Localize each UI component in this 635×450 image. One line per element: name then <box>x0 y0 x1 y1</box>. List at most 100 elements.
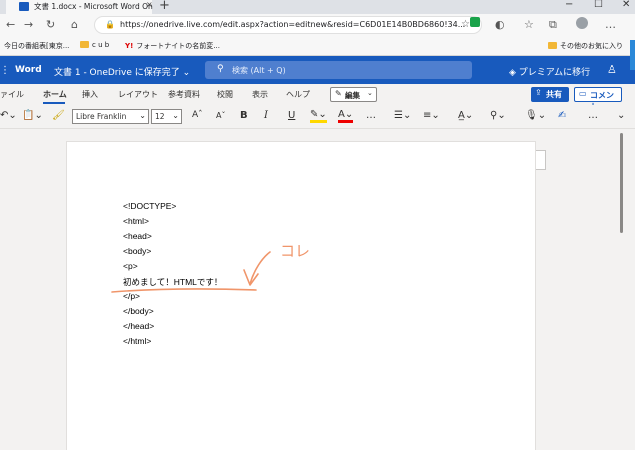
format-painter-icon[interactable]: 🖌 <box>52 110 65 121</box>
font-size-select[interactable]: 12 ⌄ <box>151 109 182 124</box>
folder-icon <box>80 41 89 48</box>
find-icon[interactable]: ⚲⌄ <box>490 110 506 121</box>
italic-icon[interactable]: I <box>264 110 268 121</box>
tab-layout[interactable]: レイアウト <box>118 89 158 100</box>
folder-icon <box>548 42 557 49</box>
tab-home[interactable]: ホーム <box>43 89 67 100</box>
font-color-icon[interactable]: A⌄ <box>338 110 354 123</box>
tab-review[interactable]: 校閲 <box>217 89 233 100</box>
editor-icon[interactable]: ✍ <box>558 110 566 121</box>
font-name-value: Libre Franklin <box>76 112 127 121</box>
forward-icon[interactable]: → <box>24 18 33 31</box>
maximize-icon[interactable]: ☐ <box>594 0 603 10</box>
search-box[interactable]: ⚲ 検索 (Alt + Q) <box>205 61 472 79</box>
pencil-icon: ✎ <box>335 89 342 98</box>
diamond-icon: ◈ <box>509 68 516 78</box>
url-text: https://onedrive.live.com/edit.aspx?acti… <box>120 20 466 29</box>
favorite-star-icon[interactable]: ☆ <box>461 19 470 30</box>
bookmark-other[interactable]: その他のお気に入り <box>548 41 623 51</box>
tab-close-icon[interactable]: × <box>146 0 153 9</box>
bold-icon[interactable]: B <box>240 110 248 121</box>
font-name-select[interactable]: Libre Franklin ⌄ <box>72 109 149 124</box>
lock-icon[interactable]: 🔒 <box>105 20 115 29</box>
edit-mode-button[interactable]: ✎ 編集 ⌄ <box>330 87 377 102</box>
new-tab-icon[interactable]: + <box>159 0 170 13</box>
doc-line[interactable]: </html> <box>123 336 151 346</box>
tab-view[interactable]: 表示 <box>252 89 268 100</box>
tab-references[interactable]: 参考資料 <box>168 89 200 100</box>
minimize-icon[interactable]: − <box>565 0 573 10</box>
highlight-icon[interactable]: ✎⌄ <box>310 110 327 123</box>
search-placeholder: 検索 (Alt + Q) <box>232 66 286 75</box>
bookmark-label: フォートナイトの名前変... <box>136 42 220 50</box>
premium-button[interactable]: ◈ プレミアムに移行 <box>509 65 590 78</box>
paste-icon[interactable]: 📋⌄ <box>22 110 43 121</box>
bookmark-item[interactable]: c u b <box>80 41 109 49</box>
share-button[interactable]: ⇪ 共有 <box>531 87 569 102</box>
url-bar[interactable]: 🔒 https://onedrive.live.com/edit.aspx?ac… <box>94 16 482 34</box>
y-logo-icon: Y! <box>125 42 134 50</box>
share-icon: ⇪ <box>535 88 542 97</box>
app-name[interactable]: Word <box>15 65 42 75</box>
doc-line[interactable]: </p> <box>123 291 140 301</box>
refresh-icon[interactable]: ↻ <box>46 18 55 31</box>
back-icon[interactable]: ← <box>6 18 15 31</box>
comment-button[interactable]: ▭ コメント <box>574 87 622 111</box>
address-row: ← → ↻ ⌂ 🔒 https://onedrive.live.com/edit… <box>0 14 635 36</box>
extension-icon[interactable]: ◐ <box>495 18 505 31</box>
premium-label: プレミアムに移行 <box>518 68 591 78</box>
doc-line[interactable]: <!DOCTYPE> <box>123 201 176 211</box>
sidebar-edge <box>630 40 635 70</box>
doc-line[interactable]: </body> <box>123 306 154 316</box>
underline-icon[interactable]: U <box>288 110 295 121</box>
chevron-down-icon: ⌄ <box>182 68 191 78</box>
vertical-scrollbar[interactable] <box>620 133 623 233</box>
extension-green-icon[interactable] <box>470 17 480 27</box>
bookmark-item[interactable]: Y! フォートナイトの名前変... <box>125 41 220 51</box>
chevron-down-icon: ⌄ <box>139 111 146 120</box>
browser-tab[interactable]: 文書 1.docx - Microsoft Word On × <box>6 0 153 14</box>
font-size-value: 12 <box>155 112 165 121</box>
undo-icon[interactable]: ↶⌄ <box>0 110 17 121</box>
ribbon-collapse-icon[interactable]: ⌄ <box>617 110 625 121</box>
doc-line[interactable]: </head> <box>123 321 154 331</box>
more-options-icon[interactable]: … <box>588 110 598 121</box>
page-side-tab <box>536 150 546 170</box>
more-menu-icon[interactable]: … <box>605 18 616 31</box>
styles-icon[interactable]: A̲⌄ <box>458 110 473 121</box>
tab-title: 文書 1.docx - Microsoft Word On <box>34 2 153 11</box>
collections-icon[interactable]: ⧉ <box>549 18 557 32</box>
chevron-down-icon: ⌄ <box>367 89 373 97</box>
tab-insert[interactable]: 挿入 <box>82 89 98 100</box>
search-icon: ⚲ <box>217 64 224 74</box>
tab-file[interactable]: ァイル <box>0 89 24 100</box>
edit-label: 編集 <box>345 91 360 100</box>
favorites-icon[interactable]: ☆ <box>524 18 534 31</box>
account-icon[interactable]: ♙ <box>607 63 617 76</box>
tab-strip: 文書 1.docx - Microsoft Word On × + − ☐ ✕ <box>0 0 635 14</box>
more-formatting-icon[interactable]: … <box>366 110 376 121</box>
doc-line[interactable]: <html> <box>123 216 149 226</box>
doc-line[interactable]: <head> <box>123 231 152 241</box>
app-launcher-icon[interactable]: ⋮ <box>0 65 10 76</box>
doc-line[interactable]: <p> <box>123 261 138 271</box>
profile-avatar[interactable] <box>576 17 588 29</box>
close-window-icon[interactable]: ✕ <box>622 0 630 10</box>
bookmark-label: その他のお気に入り <box>560 42 623 50</box>
word-header: ⋮ Word 文書 1 - OneDrive に保存完了 ⌄ ⚲ 検索 (Alt… <box>0 56 635 84</box>
formatting-toolbar: ↶⌄ 📋⌄ 🖌 Libre Franklin ⌄ 12 ⌄ Aˆ Aˇ B I … <box>0 105 635 129</box>
bookmark-item[interactable]: 今日の番組表[東京... <box>4 41 69 51</box>
tab-help[interactable]: ヘルプ <box>286 89 310 100</box>
doc-line[interactable]: <body> <box>123 246 151 256</box>
word-favicon-icon <box>19 2 29 11</box>
doc-title[interactable]: 文書 1 - OneDrive に保存完了 ⌄ <box>54 65 190 78</box>
bookmark-label: 今日の番組表[東京... <box>4 42 70 50</box>
align-icon[interactable]: ≡⌄ <box>423 110 440 121</box>
grow-font-icon[interactable]: Aˆ <box>192 110 203 120</box>
active-tab-indicator <box>43 102 65 104</box>
home-icon[interactable]: ⌂ <box>71 18 78 31</box>
shrink-font-icon[interactable]: Aˇ <box>216 111 225 120</box>
doc-line[interactable]: 初めまして！HTMLです！ <box>123 276 222 288</box>
dictate-icon[interactable]: 🎙⌄ <box>525 110 546 121</box>
bullets-icon[interactable]: ☰⌄ <box>394 110 411 121</box>
